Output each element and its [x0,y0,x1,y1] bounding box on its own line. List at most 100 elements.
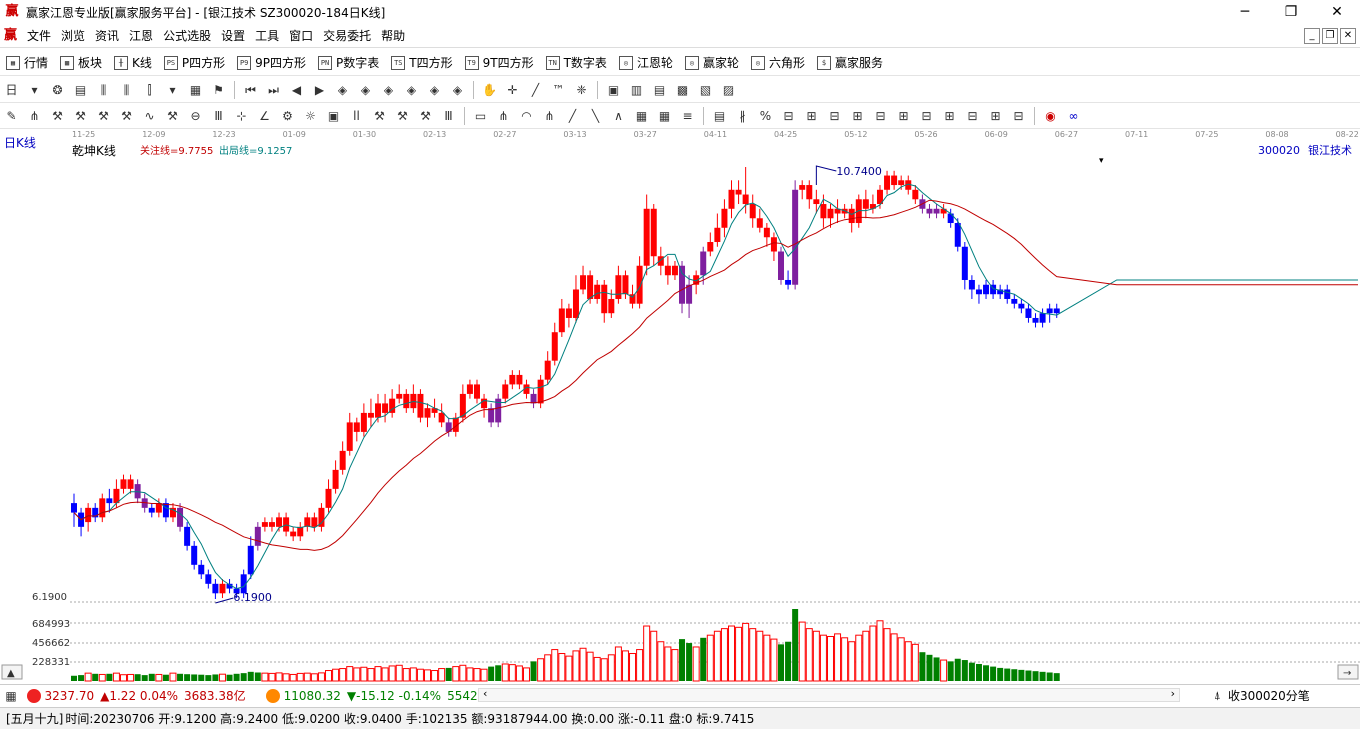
toolbar-item-12[interactable]: $ 赢家服务 [811,50,889,76]
bars-icon[interactable]: Ⅲ [210,107,228,125]
document-icon[interactable]: ▤ [72,81,90,99]
horizontal-scrollbar[interactable]: ‹ › [478,687,1180,702]
sun-icon[interactable]: ☼ [302,107,320,125]
left-icon[interactable]: ◀ [288,81,306,99]
wave-icon[interactable]: ∿ [141,107,159,125]
ruler-icon[interactable]: ⊞ [987,107,1005,125]
close-button[interactable]: ✕ [1314,0,1360,24]
calculator-icon[interactable]: ▥ [628,81,646,99]
list-icon[interactable]: ▤ [651,81,669,99]
ruler-icon[interactable]: ⊞ [895,107,913,125]
menu-tools[interactable]: 工具 [250,24,284,48]
tool-icon[interactable]: ⚒ [164,107,182,125]
fan-icon[interactable]: ⋔ [495,107,513,125]
infinity-icon[interactable]: ∞ [1065,107,1083,125]
menu-help[interactable]: 帮助 [376,24,410,48]
last-icon[interactable]: ⏭ [265,81,283,99]
percent-icon[interactable]: % [757,107,775,125]
toolbar-item-8[interactable]: TN T数字表 [540,50,613,76]
spiral-icon[interactable]: ❈ [573,81,591,99]
kline-chart[interactable]: 11-25 12-09 12-23 01-09 01-30 02-13 02-27 03-13… [0,129,1360,683]
mdi-close-button[interactable]: ✕ [1340,28,1356,44]
save-icon[interactable]: ▩ [674,81,692,99]
ruler-icon[interactable]: ⊞ [803,107,821,125]
line-icon[interactable]: ╱ [527,81,545,99]
menu-trade[interactable]: 交易委托 [318,24,376,48]
arc-icon[interactable]: ◠ [518,107,536,125]
period-select-icon[interactable]: 日 [3,81,21,99]
bars-icon[interactable]: Ⅲ [440,107,458,125]
pattern-icon[interactable]: ❂ [49,81,67,99]
maximize-button[interactable]: ❐ [1268,0,1314,24]
toolbar-item-4[interactable]: P9 9P四方形 [231,50,312,76]
ruler-icon[interactable]: ⊟ [918,107,936,125]
diamond-icon[interactable]: ◈ [449,81,467,99]
diamond-icon[interactable]: ◈ [334,81,352,99]
wave-icon[interactable]: ∧ [610,107,628,125]
first-icon[interactable]: ⏮ [242,81,260,99]
toolbar-item-5[interactable]: PN P数字表 [312,50,385,76]
grid-icon[interactable]: ▦ [187,81,205,99]
ruler-icon[interactable]: ⊞ [941,107,959,125]
ruler-icon[interactable]: ⊟ [1010,107,1028,125]
menu-window[interactable]: 窗口 [284,24,318,48]
grid-icon[interactable]: ▦ [2,687,20,705]
diamond-icon[interactable]: ◈ [403,81,421,99]
gann-icon[interactable]: ⊹ [233,107,251,125]
diamond-icon[interactable]: ◈ [357,81,375,99]
mdi-restore-button[interactable]: ❐ [1322,28,1338,44]
hand-icon[interactable]: ✋ [481,81,499,99]
ruler-icon[interactable]: ⊟ [964,107,982,125]
line-icon[interactable]: ╲ [587,107,605,125]
toolbar-item-10[interactable]: ◎ 赢家轮 [679,50,745,76]
lines-icon[interactable]: ≡ [679,107,697,125]
toolbar-item-7[interactable]: T9 9T四方形 [459,50,540,76]
toolbar-item-2[interactable]: ╫ K线 [108,50,158,76]
circle-icon[interactable]: ⊖ [187,107,205,125]
print-icon[interactable]: ▨ [720,81,738,99]
candle-down-icon[interactable]: ⫼ [118,81,136,99]
ruler-icon[interactable]: ⊞ [849,107,867,125]
fan-icon[interactable]: ⋔ [541,107,559,125]
tool-icon[interactable]: ⚒ [95,107,113,125]
toolbar-item-9[interactable]: ◎ 江恩轮 [613,50,679,76]
tool-icon[interactable]: ⚒ [49,107,67,125]
tm-icon[interactable]: ™ [550,81,568,99]
bar-icon[interactable]: ⫿ [141,81,159,99]
angle-icon[interactable]: ∠ [256,107,274,125]
scroll-right-icon[interactable]: › [1171,687,1175,700]
calendar-icon[interactable]: ▣ [605,81,623,99]
ruler-icon[interactable]: ⊟ [826,107,844,125]
ruler-icon[interactable]: ⊟ [872,107,890,125]
toolbar-item-0[interactable]: ▦ 行情 [0,50,54,76]
fan-icon[interactable]: ⋔ [26,107,44,125]
menu-formula[interactable]: 公式选股 [158,24,216,48]
grid-icon[interactable]: ▦ [656,107,674,125]
cycle-icon[interactable]: ⅼⅼ [348,107,366,125]
diamond-icon[interactable]: ◈ [380,81,398,99]
toolbar-item-6[interactable]: TS T四方形 [385,50,458,76]
toolbar-item-1[interactable]: ▩ 板块 [54,50,108,76]
gear-icon[interactable]: ⚙ [279,107,297,125]
menu-file[interactable]: 文件 [22,24,56,48]
scroll-left-icon[interactable]: ‹ [483,687,487,700]
fibo-icon[interactable]: ∦ [734,107,752,125]
tick-data-label[interactable]: 收300020分笔 [1228,687,1310,704]
square-icon[interactable]: ▣ [325,107,343,125]
tool-icon[interactable]: ⚒ [371,107,389,125]
globe-icon[interactable]: ◉ [1042,107,1060,125]
menu-gann[interactable]: 江恩 [124,24,158,48]
rect-icon[interactable]: ▭ [472,107,490,125]
toolbar-item-3[interactable]: PS P四方形 [158,50,231,76]
dropdown-icon[interactable]: ▾ [164,81,182,99]
menu-settings[interactable]: 设置 [216,24,250,48]
menu-browse[interactable]: 浏览 [56,24,90,48]
flag-icon[interactable]: ⚑ [210,81,228,99]
crosshair-icon[interactable]: ✛ [504,81,522,99]
right-icon[interactable]: ▶ [311,81,329,99]
tool-icon[interactable]: ⚒ [417,107,435,125]
tool-icon[interactable]: ⚒ [72,107,90,125]
export-icon[interactable]: ▧ [697,81,715,99]
chart-canvas[interactable]: 日K线 乾坤K线 关注线=9.7755 出局线=9.1257 300020 银江… [0,129,1360,683]
menu-info[interactable]: 资讯 [90,24,124,48]
